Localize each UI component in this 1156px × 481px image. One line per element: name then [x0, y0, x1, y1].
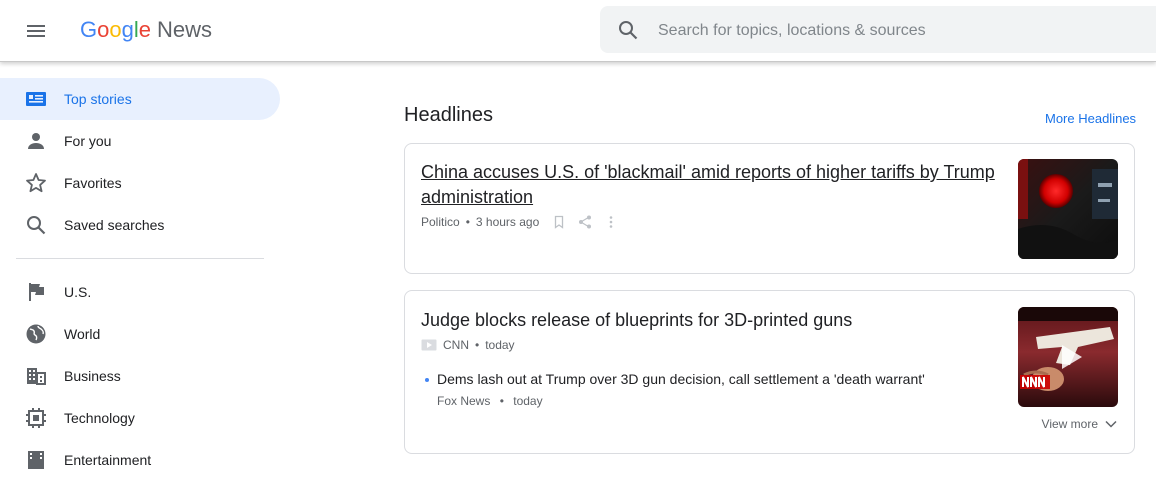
- search-input[interactable]: [656, 18, 1140, 44]
- product-name: News: [157, 17, 213, 42]
- article-meta: CNN • today: [421, 338, 515, 352]
- share-icon[interactable]: [577, 214, 593, 230]
- meta-separator: •: [499, 394, 504, 408]
- sidebar-divider: [16, 258, 264, 259]
- chevron-down-icon: [1105, 420, 1117, 428]
- sidebar-item-world[interactable]: World: [0, 313, 280, 355]
- film-icon: [24, 448, 48, 472]
- sidebar-item-label: Technology: [64, 410, 135, 426]
- article-title[interactable]: China accuses U.S. of 'blackmail' amid r…: [421, 160, 1006, 210]
- related-article-meta: Fox News • today: [437, 394, 543, 408]
- article-time: today: [485, 338, 515, 352]
- related-article-title[interactable]: Dems lash out at Trump over 3D gun decis…: [437, 371, 925, 387]
- sidebar-item-for-you[interactable]: For you: [0, 120, 280, 162]
- sidebar-item-label: For you: [64, 133, 112, 149]
- article-time: 3 hours ago: [475, 215, 540, 229]
- article-thumbnail[interactable]: [1018, 159, 1118, 259]
- sidebar-item-us[interactable]: U.S.: [0, 271, 280, 313]
- article-meta: Politico • 3 hours ago: [421, 214, 619, 230]
- logo-letter: g: [121, 17, 134, 42]
- search-box[interactable]: [600, 6, 1156, 53]
- more-headlines-link[interactable]: More Headlines: [1045, 111, 1136, 126]
- building-icon: [24, 364, 48, 388]
- sidebar-item-favorites[interactable]: Favorites: [0, 162, 280, 204]
- search-icon: [24, 213, 48, 237]
- sidebar-nav: Top stories For you Favorites Saved sear…: [0, 62, 290, 469]
- globe-icon: [24, 322, 48, 346]
- sidebar-item-label: Business: [64, 368, 121, 384]
- sidebar-item-label: Entertainment: [64, 452, 152, 468]
- sidebar-item-label: Saved searches: [64, 217, 165, 233]
- article-card: China accuses U.S. of 'blackmail' amid r…: [404, 143, 1135, 274]
- view-more-button[interactable]: View more: [1042, 417, 1118, 431]
- meta-separator: •: [475, 338, 480, 352]
- related-article-time: today: [513, 394, 543, 408]
- more-vert-icon[interactable]: [603, 214, 619, 230]
- logo-letter: e: [138, 17, 152, 42]
- sidebar-item-entertainment[interactable]: Entertainment: [0, 439, 280, 481]
- top-app-bar: Google News: [0, 0, 1156, 62]
- sidebar-item-label: Favorites: [64, 175, 122, 191]
- logo-letter: G: [80, 17, 98, 42]
- sidebar-item-business[interactable]: Business: [0, 355, 280, 397]
- sidebar-item-saved-searches[interactable]: Saved searches: [0, 204, 280, 246]
- sidebar-item-label: U.S.: [64, 284, 92, 300]
- related-bullet: [425, 378, 429, 382]
- meta-separator: •: [465, 215, 470, 229]
- google-news-logo[interactable]: Google News: [80, 16, 212, 44]
- article-card: Judge blocks release of blueprints for 3…: [404, 290, 1135, 454]
- section-title: Headlines: [404, 104, 493, 126]
- hamburger-menu-icon[interactable]: [24, 19, 48, 43]
- article-source[interactable]: CNN: [443, 338, 469, 352]
- article-title[interactable]: Judge blocks release of blueprints for 3…: [421, 308, 1006, 333]
- chip-icon: [24, 406, 48, 430]
- article-source[interactable]: Politico: [421, 215, 460, 229]
- article-thumbnail[interactable]: [1018, 307, 1118, 407]
- logo-letter: o: [97, 17, 110, 42]
- sidebar-item-top-stories[interactable]: Top stories: [0, 78, 280, 120]
- sidebar-item-label: World: [64, 326, 101, 342]
- person-icon: [24, 129, 48, 153]
- video-icon: [421, 339, 437, 351]
- sidebar-item-technology[interactable]: Technology: [0, 397, 280, 439]
- bookmark-icon[interactable]: [551, 214, 567, 230]
- view-more-label: View more: [1041, 417, 1098, 431]
- star-icon: [24, 171, 48, 195]
- top-stories-icon: [24, 87, 48, 111]
- sidebar-item-label: Top stories: [64, 91, 132, 107]
- related-article-source[interactable]: Fox News: [437, 394, 490, 408]
- flag-icon: [24, 280, 48, 304]
- search-icon[interactable]: [616, 18, 640, 42]
- logo-letter: o: [109, 17, 122, 42]
